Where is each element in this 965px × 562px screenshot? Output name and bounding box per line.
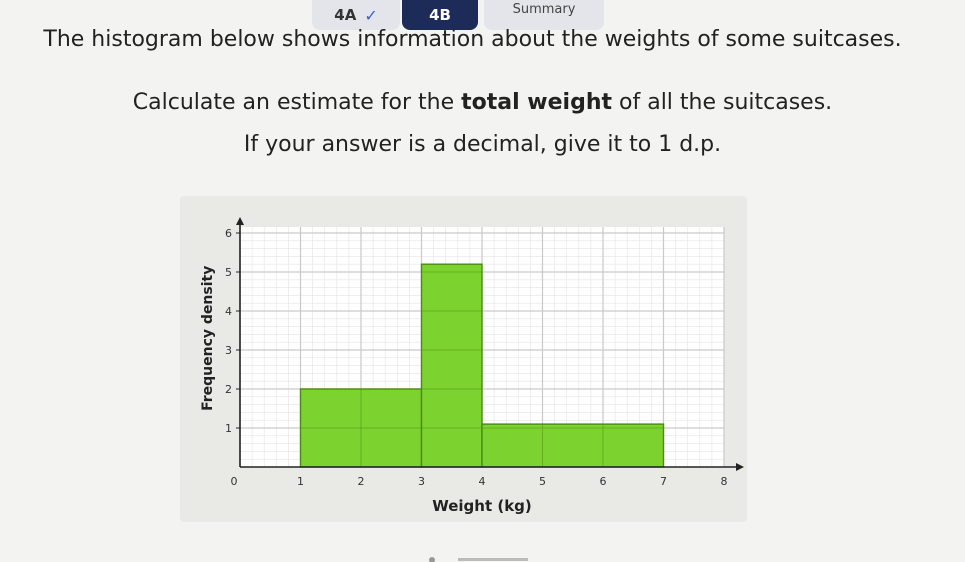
tab-summary-label: Summary (512, 2, 576, 17)
y-tick-label: 6 (225, 227, 232, 240)
decorative-footer (429, 557, 528, 562)
x-tick-label: 4 (479, 475, 486, 488)
x-tick-label: 8 (721, 475, 728, 488)
y-tick-label: 3 (225, 344, 232, 357)
y-tick-label: 4 (225, 305, 232, 318)
x-tick-label: 2 (358, 475, 365, 488)
tab-4b[interactable]: 4B (402, 0, 478, 30)
question-line-1: The histogram below shows information ab… (43, 27, 902, 52)
question-line-3: If your answer is a decimal, give it to … (243, 132, 722, 157)
tab-4b-label: 4B (429, 6, 451, 24)
x-tick-label: 5 (539, 475, 546, 488)
question-line-2-end: of all the suitcases. (612, 90, 833, 115)
question-emphasis: total weight (461, 90, 613, 115)
tab-4a-label: 4A (334, 6, 357, 24)
question-line-2: Calculate an estimate for the total weig… (0, 90, 965, 115)
question-line-2-start: Calculate an estimate for the (132, 90, 462, 115)
x-tick-label: 1 (297, 475, 304, 488)
y-tick-label: 2 (225, 383, 232, 396)
x-tick-label: 3 (418, 475, 425, 488)
y-axis-arrow (236, 217, 244, 225)
x-tick-label: 0 (231, 475, 238, 488)
y-tick-label: 5 (225, 266, 232, 279)
histogram-card: 0 1 2 3 4 5 6 7 8 1 2 3 4 5 6 Weight (kg) Frequency dens… (180, 196, 747, 522)
x-tick-label: 7 (660, 475, 667, 488)
x-axis-label: Weight (kg) (432, 497, 532, 515)
tab-bar: 4A ✓ 4B Summary (0, 0, 965, 30)
histogram-bar (420, 263, 483, 468)
histogram-chart: 0 1 2 3 4 5 6 7 8 1 2 3 4 5 6 Weight (kg) Frequency dens… (200, 217, 744, 515)
tab-4a[interactable]: 4A ✓ (312, 0, 400, 30)
x-tick-label: 6 (600, 475, 607, 488)
y-tick-label: 1 (225, 422, 232, 435)
tab-summary[interactable]: Summary (484, 0, 604, 30)
y-axis-label: Frequency density (200, 266, 216, 411)
check-icon: ✓ (364, 5, 378, 25)
x-axis-arrow (736, 463, 744, 471)
histogram-bar (481, 423, 665, 468)
